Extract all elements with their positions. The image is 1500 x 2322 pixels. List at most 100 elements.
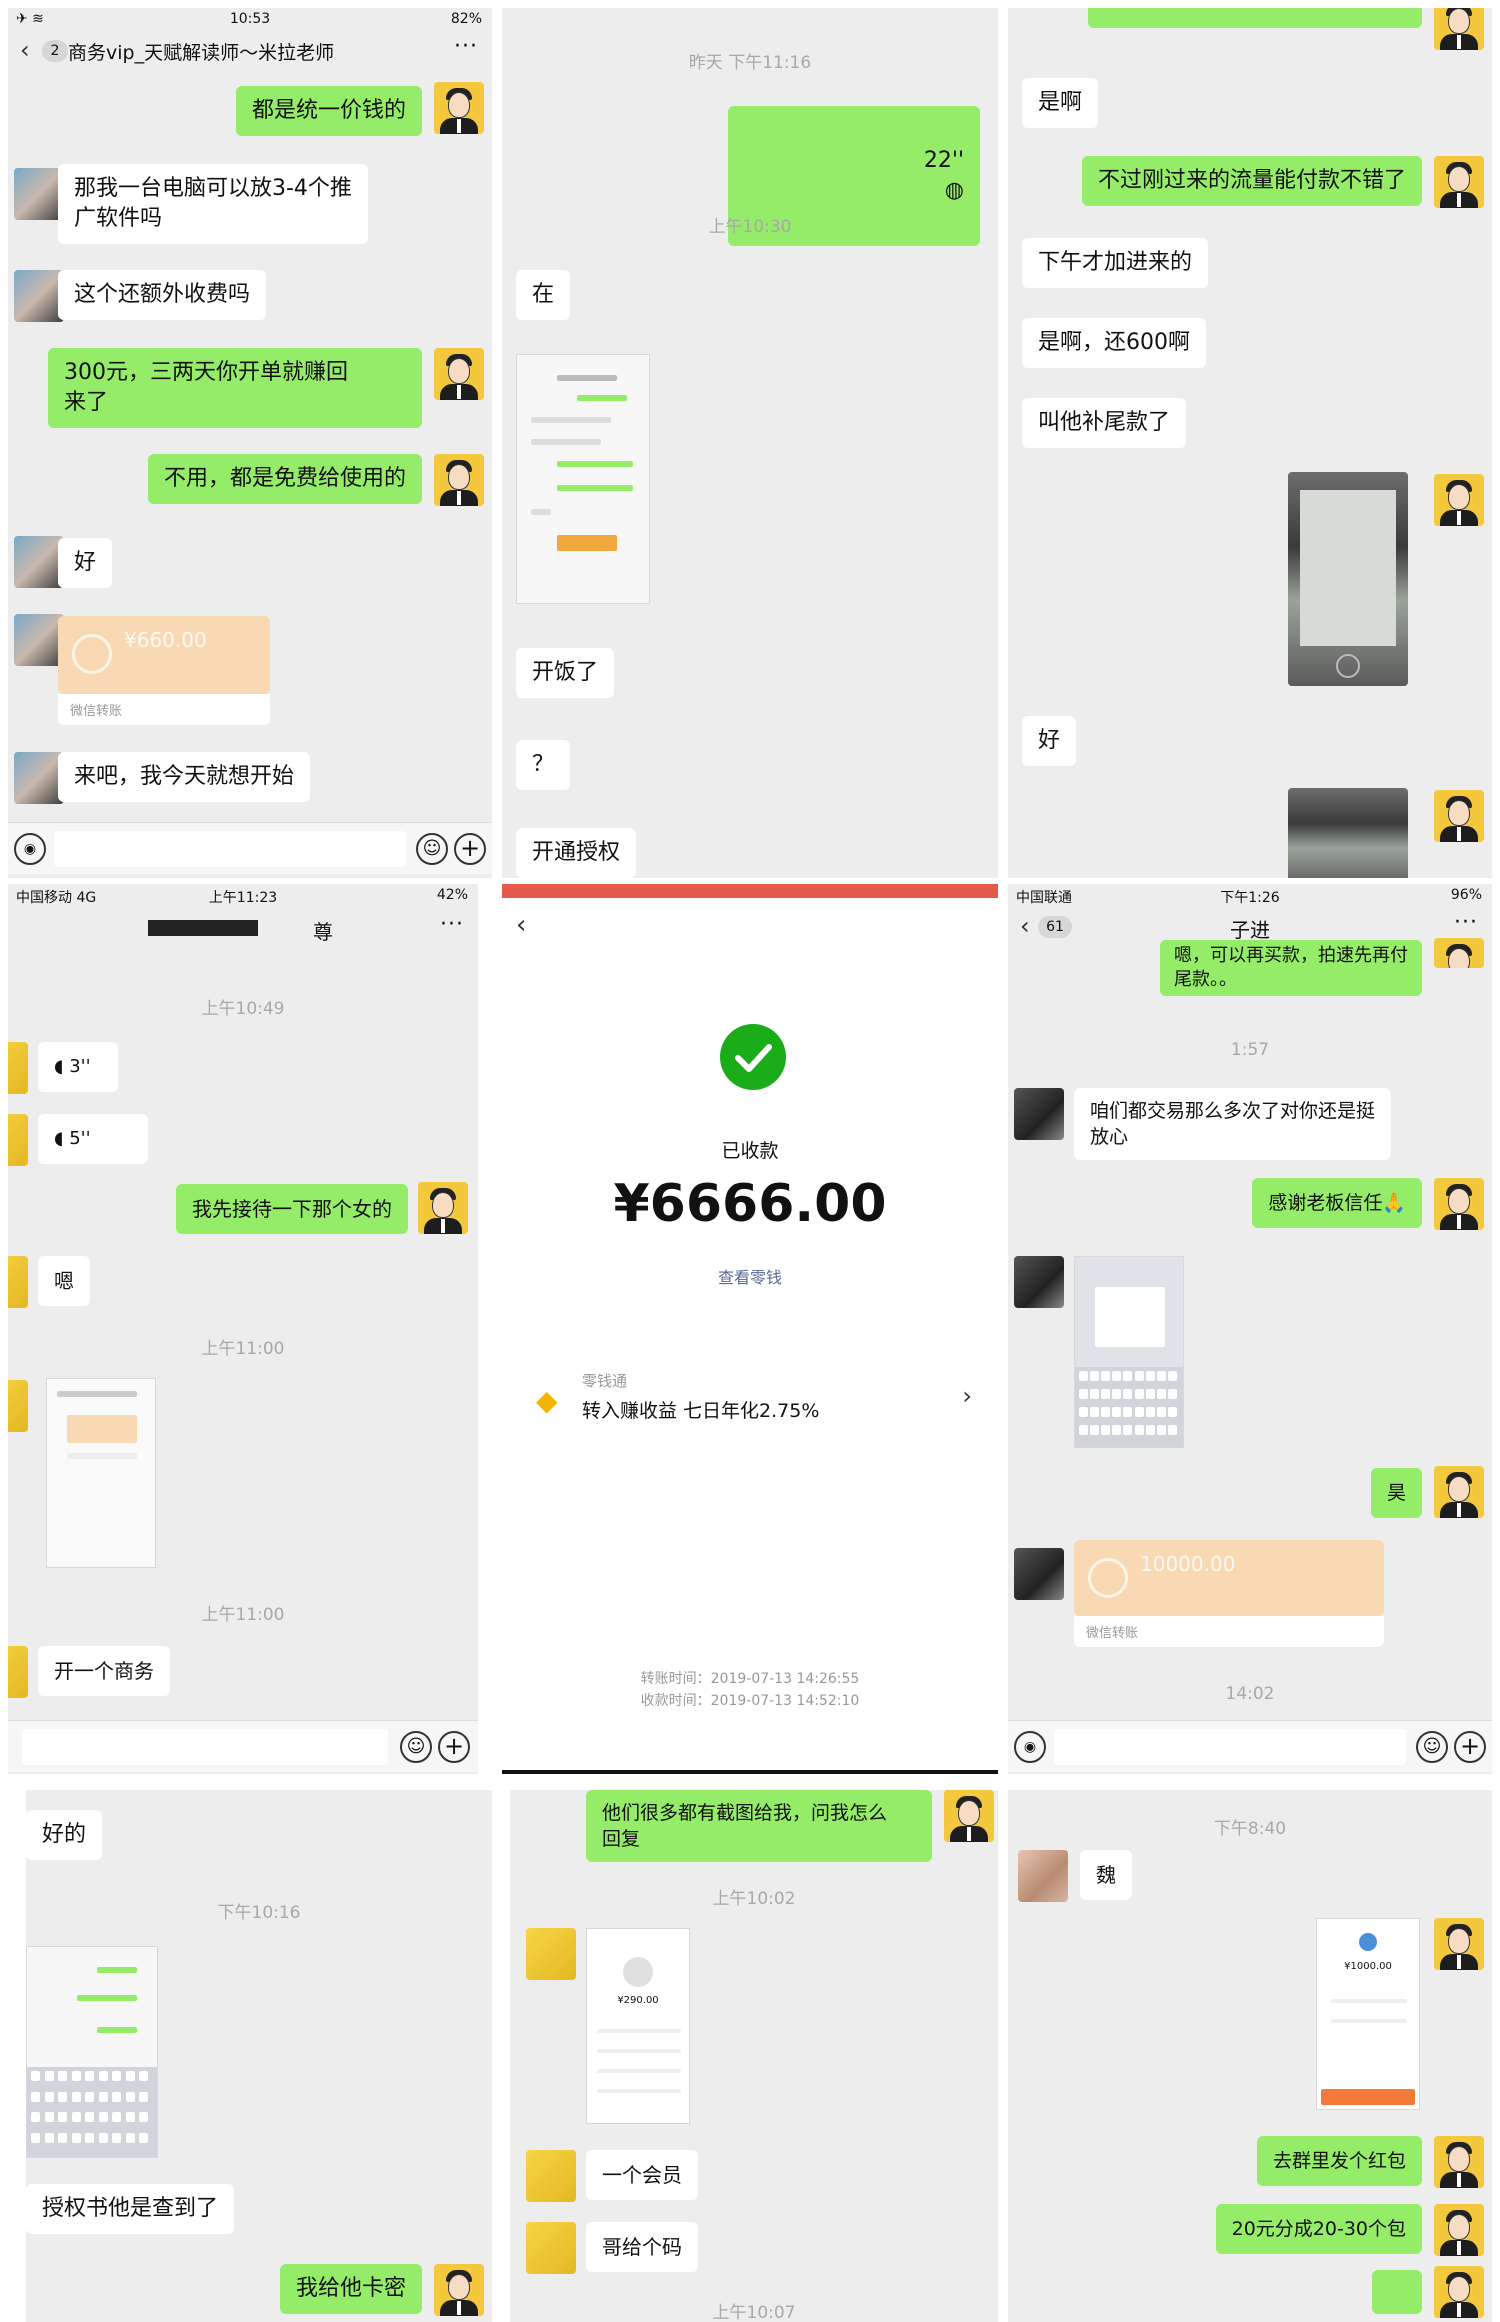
avatar-me[interactable] [1434,2136,1484,2188]
avatar-contact[interactable] [1014,1548,1064,1600]
avatar-me[interactable] [944,1790,994,1842]
avatar-contact[interactable] [14,270,64,322]
more-icon[interactable]: ··· [1454,910,1478,935]
message-bubble[interactable]: 嗯 [38,1256,90,1306]
message-bubble[interactable]: 开一个商务 [38,1646,170,1696]
avatar-contact[interactable] [14,752,64,804]
voice-message[interactable]: ◖ 5'' [38,1114,148,1164]
message-bubble[interactable]: 是啊 [1022,78,1099,128]
plus-icon[interactable]: + [454,833,486,865]
voice-message[interactable]: ◖ 3'' [38,1042,118,1092]
message-bubble[interactable]: 开饭了 [516,648,615,698]
message-bubble[interactable]: 哥给个码 [586,2222,698,2272]
message-bubble[interactable]: 开通授权 [516,828,637,878]
message-bubble[interactable]: 不过刚过来的流量能付款不错了 [1081,156,1422,206]
message-bubble[interactable]: 来吧，我今天就想开始 [58,752,311,802]
avatar-contact[interactable] [1018,1850,1068,1902]
avatar-me[interactable] [1434,790,1484,842]
message-input[interactable] [54,831,406,867]
avatar-contact[interactable] [14,536,64,588]
avatar-me[interactable] [434,82,484,134]
avatar-contact[interactable] [526,2150,576,2202]
voice-icon[interactable]: ◉ [1014,1731,1046,1763]
emoji-message[interactable]: 😊 [1372,2270,1422,2314]
more-icon[interactable]: ··· [454,34,478,59]
message-bubble[interactable]: 授权书他是查到了 [26,2184,235,2234]
message-bubble-partial[interactable] [1088,8,1422,28]
avatar-me[interactable] [418,1182,468,1234]
avatar-me[interactable] [1434,2204,1484,2256]
message-bubble[interactable]: 魏 [1080,1850,1132,1900]
message-bubble[interactable]: ？ [516,740,571,790]
emoji-icon[interactable]: ☺ [1416,1731,1448,1763]
avatar-contact[interactable] [8,1380,28,1432]
message-bubble[interactable]: 去群里发个红包 [1256,2136,1422,2186]
message-bubble[interactable]: 20元分成20-30个包 [1215,2204,1422,2254]
avatar-contact[interactable] [14,168,64,220]
message-bubble[interactable]: 都是统一价钱的 [235,86,422,136]
message-bubble[interactable]: 好 [1022,716,1077,766]
message-bubble[interactable]: 不用，都是免费给使用的 [147,454,422,504]
message-bubble[interactable]: 这个还额外收费吗 [58,270,267,320]
message-bubble[interactable]: 是啊，还600啊 [1022,318,1206,368]
message-bubble[interactable]: 感谢老板信任🙏 [1252,1178,1422,1228]
avatar-contact[interactable] [8,1114,28,1166]
transfer-card[interactable]: ¥660.00 [58,616,270,694]
photo-thumbnail[interactable] [1288,472,1408,686]
avatar-me[interactable] [1434,1178,1484,1230]
avatar-me[interactable] [1434,1918,1484,1970]
avatar-me[interactable] [434,2264,484,2316]
message-bubble[interactable]: 300元，三两天你开单就赚回 来了 [48,348,422,428]
message-bubble[interactable]: 在 [516,270,571,320]
avatar-me[interactable] [1434,8,1484,50]
avatar-me[interactable] [1434,938,1484,968]
message-bubble[interactable]: 一个会员 [586,2150,698,2200]
message-bubble[interactable]: 好 [58,538,113,588]
avatar-me[interactable] [434,348,484,400]
avatar-me[interactable] [1434,156,1484,208]
avatar-contact[interactable] [1014,1088,1064,1140]
screenshot-thumbnail[interactable] [516,354,650,604]
emoji-icon[interactable]: ☺ [400,1731,432,1763]
message-bubble[interactable]: 我先接待一下那个女的 [176,1184,408,1234]
message-input[interactable] [1054,1729,1406,1765]
avatar-me[interactable] [1434,1466,1484,1518]
message-bubble[interactable]: 嗯，可以再买款，拍速先再付 尾款。。 [1160,940,1422,996]
message-bubble[interactable]: 我给他卡密 [279,2264,422,2314]
avatar-contact[interactable] [8,1042,28,1094]
avatar-contact[interactable] [526,2222,576,2274]
message-bubble[interactable]: 下午才加进来的 [1022,238,1209,288]
view-balance-link[interactable]: 查看零钱 [502,1264,998,1288]
screenshot-thumbnail[interactable] [46,1378,156,1568]
plus-icon[interactable]: + [438,1731,470,1763]
message-bubble[interactable]: 咱们都交易那么多次了对你还是挺 放心 [1074,1088,1392,1160]
message-bubble[interactable]: 那我一台电脑可以放3-4个推 广软件吗 [58,164,368,244]
message-bubble[interactable]: 叫他补尾款了 [1022,398,1187,448]
avatar-me[interactable] [1434,474,1484,526]
avatar-me[interactable] [434,454,484,506]
avatar-me[interactable] [1434,2266,1484,2318]
voice-icon[interactable]: ◉ [14,833,46,865]
back-icon[interactable]: ‹ [516,910,526,940]
message-input[interactable] [22,1729,388,1765]
message-bubble[interactable]: 昊 [1370,1468,1422,1518]
keyboard-key [31,2071,40,2081]
avatar-contact[interactable] [526,1928,576,1980]
photo-thumbnail[interactable] [1288,788,1408,878]
back-icon[interactable]: ‹ [20,36,30,64]
avatar-contact[interactable] [1014,1256,1064,1308]
emoji-icon[interactable]: ☺ [416,833,448,865]
avatar-contact[interactable] [14,614,64,666]
screenshot-thumbnail[interactable]: ¥290.00 [586,1928,690,2124]
message-bubble[interactable]: 好的 [26,1810,103,1860]
screenshot-thumbnail[interactable]: ¥1000.00 [1316,1918,1420,2110]
message-bubble[interactable]: 他们很多都有截图给我，问我怎么 回复 [586,1790,932,1862]
lingqiantong-row[interactable]: ◆ 零钱通 转入赚收益 七日年化2.75% › [522,1370,978,1434]
screenshot-thumbnail[interactable] [26,1946,158,2158]
more-icon[interactable]: ··· [440,912,464,937]
transfer-card[interactable]: 10000.00 [1074,1540,1384,1616]
screenshot-thumbnail[interactable] [1074,1256,1184,1448]
plus-icon[interactable]: + [1454,1731,1486,1763]
avatar-contact[interactable] [8,1646,28,1698]
avatar-contact[interactable] [8,1256,28,1308]
